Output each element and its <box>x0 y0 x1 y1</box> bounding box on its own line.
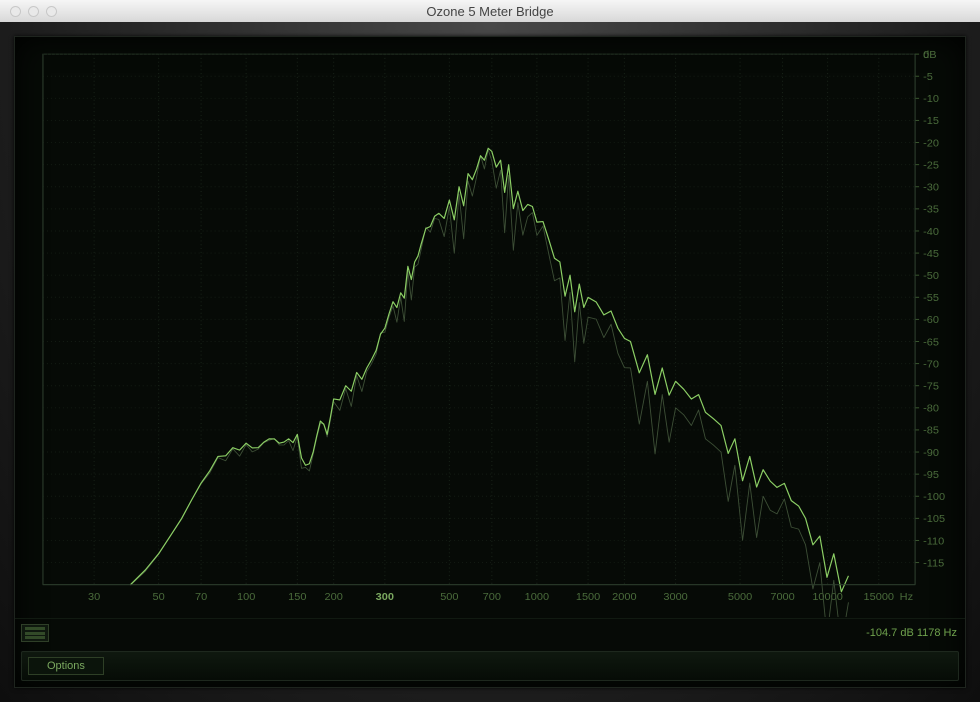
svg-text:2000: 2000 <box>612 591 636 603</box>
plugin-inner: 0-5-10-15-20-25-30-35-40-45-50-55-60-65-… <box>14 36 966 688</box>
minimize-icon[interactable] <box>28 6 39 17</box>
svg-text:-25: -25 <box>923 160 939 172</box>
svg-text:7000: 7000 <box>770 591 794 603</box>
svg-text:1500: 1500 <box>576 591 600 603</box>
svg-text:Hz: Hz <box>900 591 913 603</box>
svg-text:-60: -60 <box>923 314 939 326</box>
svg-text:-10: -10 <box>923 93 939 105</box>
svg-text:150: 150 <box>288 591 306 603</box>
view-mode-toggle[interactable] <box>21 624 49 642</box>
readout-db: -104.7 dB <box>866 627 914 639</box>
svg-text:-115: -115 <box>923 558 944 570</box>
cursor-readout: -104.7 dB 1178 Hz <box>866 627 957 639</box>
svg-text:-20: -20 <box>923 138 939 150</box>
window-title: Ozone 5 Meter Bridge <box>0 4 980 19</box>
svg-text:200: 200 <box>325 591 343 603</box>
svg-text:700: 700 <box>483 591 501 603</box>
svg-text:-55: -55 <box>923 292 939 304</box>
svg-text:300: 300 <box>376 591 394 603</box>
svg-text:100: 100 <box>237 591 255 603</box>
chart-footer: -104.7 dB 1178 Hz <box>15 618 965 647</box>
svg-text:-45: -45 <box>923 248 939 260</box>
svg-text:-30: -30 <box>923 182 939 194</box>
svg-text:1000: 1000 <box>525 591 549 603</box>
svg-text:5000: 5000 <box>728 591 752 603</box>
traffic-lights <box>0 6 57 17</box>
svg-text:-40: -40 <box>923 226 939 238</box>
window-titlebar: Ozone 5 Meter Bridge <box>0 0 980 23</box>
svg-text:-90: -90 <box>923 447 939 459</box>
svg-text:-70: -70 <box>923 359 939 371</box>
svg-text:-5: -5 <box>923 71 933 83</box>
svg-text:-50: -50 <box>923 270 939 282</box>
svg-text:-80: -80 <box>923 403 939 415</box>
bar-icon <box>25 632 45 635</box>
svg-text:-85: -85 <box>923 425 939 437</box>
svg-text:-35: -35 <box>923 204 939 216</box>
svg-text:-15: -15 <box>923 115 939 127</box>
svg-text:500: 500 <box>440 591 458 603</box>
bar-icon <box>25 636 45 639</box>
svg-text:3000: 3000 <box>663 591 687 603</box>
readout-hz: 1178 Hz <box>917 627 957 639</box>
svg-text:-110: -110 <box>923 535 944 547</box>
svg-text:10000: 10000 <box>812 591 843 603</box>
bar-icon <box>25 627 45 630</box>
options-bar: Options <box>21 651 959 681</box>
spectrum-chart[interactable]: 0-5-10-15-20-25-30-35-40-45-50-55-60-65-… <box>15 37 965 617</box>
svg-text:15000: 15000 <box>864 591 895 603</box>
svg-text:-95: -95 <box>923 469 939 481</box>
svg-text:70: 70 <box>195 591 207 603</box>
svg-text:-100: -100 <box>923 491 945 503</box>
svg-text:-75: -75 <box>923 381 939 393</box>
svg-text:-65: -65 <box>923 337 939 349</box>
plugin-body: 0-5-10-15-20-25-30-35-40-45-50-55-60-65-… <box>0 22 980 702</box>
svg-text:50: 50 <box>153 591 165 603</box>
options-button[interactable]: Options <box>28 657 104 675</box>
close-icon[interactable] <box>10 6 21 17</box>
svg-text:dB: dB <box>923 49 936 61</box>
svg-text:30: 30 <box>88 591 100 603</box>
svg-text:-105: -105 <box>923 513 945 525</box>
zoom-icon[interactable] <box>46 6 57 17</box>
